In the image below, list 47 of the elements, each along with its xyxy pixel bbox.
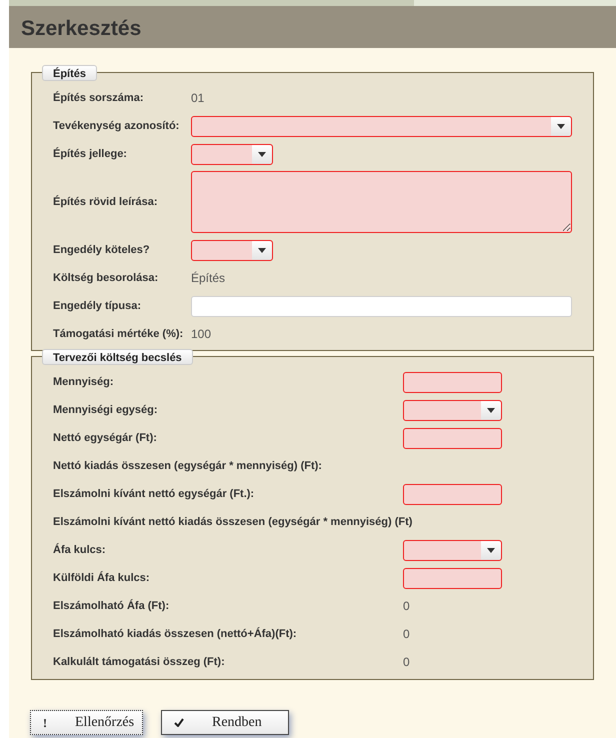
field-value: 0 [403, 626, 410, 643]
textarea-field[interactable] [191, 171, 572, 233]
dropdown-field[interactable] [403, 540, 502, 560]
dropdown-caret-icon [487, 408, 495, 412]
field-value: 0 [403, 654, 410, 671]
ok-button[interactable]: Rendben [161, 710, 289, 735]
dropdown-field[interactable] [191, 116, 572, 136]
dropdown-caret-icon [258, 152, 266, 156]
section-legend: Építés [42, 65, 98, 81]
dropdown-field[interactable] [191, 144, 273, 164]
field-label: Kalkulált támogatási összeg (Ft): [53, 654, 226, 670]
input-field[interactable] [403, 568, 502, 588]
field-label: Nettó egységár (Ft): [53, 430, 158, 446]
field-label: Mennyiség: [53, 374, 115, 390]
field-value: 100 [191, 326, 212, 343]
input-field[interactable] [403, 484, 502, 504]
field-label: Mennyiségi egység: [53, 402, 159, 418]
field-label: Engedély típusa: [53, 298, 142, 314]
dropdown-caret-icon [557, 124, 565, 128]
exclamation-icon: ! [43, 714, 47, 732]
field-value: Építés [191, 270, 226, 287]
field-label: Költség besorolása: [53, 270, 160, 286]
field-label: Külföldi Áfa kulcs: [53, 570, 151, 586]
field-label: Elszámolható Áfa (Ft): [53, 598, 170, 614]
field-label: Áfa kulcs: [53, 542, 107, 558]
field-value: 01 [191, 90, 204, 107]
dropdown-field[interactable] [403, 400, 502, 420]
check-button[interactable]: ! Ellenőrzés [30, 710, 143, 735]
field-label: Tevékenység azonosító: [53, 118, 180, 134]
dropdown-caret-icon [258, 248, 266, 252]
input-field[interactable] [403, 428, 502, 448]
field-label: Elszámolni kívánt nettó kiadás összesen (egységár * mennyiség) (Ft) [53, 514, 412, 530]
field-label: Nettó kiadás összesen (egységár * mennyiség) (Ft): [53, 458, 322, 474]
field-label: Támogatási mértéke (%): [53, 326, 184, 342]
input-field[interactable] [403, 372, 502, 392]
field-label: Építés jellege: [53, 146, 128, 162]
field-label: Elszámolható kiadás összesen (nettó+Áfa)(Ft): [53, 626, 298, 642]
dialog-title: Szerkesztés [21, 16, 142, 42]
checkmark-icon [174, 718, 184, 727]
field-label: Építés sorszáma: [53, 90, 144, 106]
field-label: Építés rövid leírása: [53, 194, 159, 210]
field-label: Engedély köteles? [53, 242, 151, 258]
dropdown-caret-icon [487, 548, 495, 552]
field-value: 0 [403, 598, 410, 615]
section-legend: Tervezői költség becslés [42, 349, 193, 365]
field-label: Elszámolni kívánt nettó egységár (Ft.): [53, 486, 256, 502]
dropdown-field[interactable] [191, 240, 273, 260]
